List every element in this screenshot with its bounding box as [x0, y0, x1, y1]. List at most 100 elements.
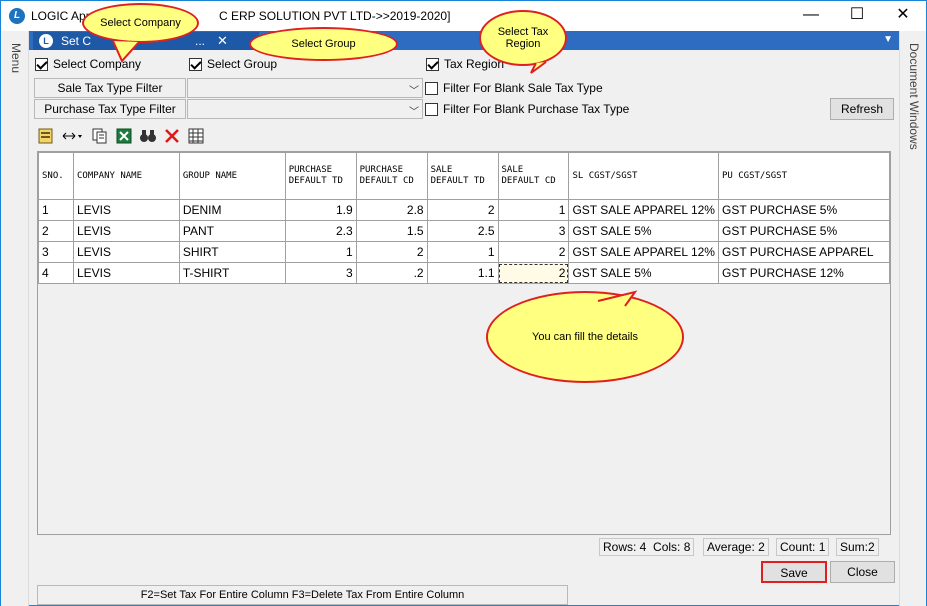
status-average: Average: 2 — [703, 538, 769, 556]
purchase-tax-filter-label: Purchase Tax Type Filter — [34, 99, 186, 119]
purchase-td-cell[interactable]: 2.3 — [284, 220, 357, 242]
sno-cell[interactable]: 2 — [38, 220, 74, 242]
company-cell[interactable]: LEVIS — [72, 241, 180, 263]
copy-icon[interactable] — [91, 127, 109, 145]
tab-logo-icon: L — [39, 34, 53, 48]
column-header[interactable]: PURCHASE DEFAULT TD — [284, 152, 357, 200]
table-row[interactable]: 1 LEVIS DENIM 1.9 2.8 2 1 GST SALE APPAR… — [38, 199, 891, 221]
purchase-cd-cell[interactable]: 2 — [355, 241, 428, 263]
sale-cd-cell[interactable]: 2 — [497, 241, 570, 263]
window-title-company: C ERP SOLUTION PVT LTD->>2019-2020] — [219, 9, 451, 23]
menu-sidebar[interactable]: Menu — [1, 31, 29, 606]
grid-toolbar — [37, 125, 205, 147]
sl-cgst-cell[interactable]: GST SALE 5% — [568, 220, 719, 242]
company-cell[interactable]: LEVIS — [72, 199, 180, 221]
column-header[interactable]: SNO. — [38, 152, 74, 200]
sno-cell[interactable]: 3 — [38, 241, 74, 263]
excel-icon[interactable] — [115, 127, 133, 145]
shortcut-hint-bar: F2=Set Tax For Entire Column F3=Delete T… — [37, 585, 568, 605]
group-cell[interactable]: T-SHIRT — [178, 262, 286, 284]
sale-td-cell[interactable]: 1.1 — [426, 262, 499, 284]
save-button[interactable]: Save — [761, 561, 827, 583]
table-row[interactable]: 4 LEVIS T-SHIRT 3 .2 1.1 2 GST SALE 5% G… — [38, 262, 891, 284]
checkbox-icon[interactable] — [189, 57, 202, 71]
checkbox-icon[interactable] — [426, 57, 439, 71]
pu-cgst-cell[interactable]: GST PURCHASE APPAREL — [717, 241, 891, 263]
export-icon[interactable] — [37, 127, 55, 145]
select-group-label: Select Group — [207, 57, 278, 71]
checkbox-icon[interactable] — [425, 81, 438, 95]
table-row[interactable]: 3 LEVIS SHIRT 1 2 1 2 GST SALE APPAREL 1… — [38, 241, 891, 263]
checkbox-icon[interactable] — [425, 102, 438, 116]
purchase-td-cell[interactable]: 1 — [284, 241, 357, 263]
sale-td-cell[interactable]: 2 — [426, 199, 499, 221]
menu-label[interactable]: Menu — [9, 43, 23, 73]
column-header[interactable]: SL CGST/SGST — [568, 152, 719, 200]
close-window-button[interactable]: ✕ — [880, 1, 926, 31]
status-rows-cols: Rows: 4 Cols: 8 — [599, 538, 695, 556]
sale-cd-cell-active[interactable]: 2 — [497, 262, 570, 284]
column-header[interactable]: PURCHASE DEFAULT CD — [355, 152, 428, 200]
pu-cgst-cell[interactable]: GST PURCHASE 5% — [717, 199, 891, 221]
pu-cgst-cell[interactable]: GST PURCHASE 12% — [717, 262, 891, 284]
maximize-button[interactable]: ☐ — [834, 1, 880, 31]
grid-icon[interactable] — [187, 127, 205, 145]
blank-sale-filter-check[interactable]: Filter For Blank Sale Tax Type — [425, 80, 603, 96]
company-cell[interactable]: LEVIS — [72, 262, 180, 284]
purchase-cd-cell[interactable]: 1.5 — [355, 220, 428, 242]
status-cols: Cols: 8 — [653, 540, 691, 554]
purchase-cd-cell[interactable]: .2 — [355, 262, 428, 284]
sl-cgst-cell[interactable]: GST SALE 5% — [568, 262, 719, 284]
checkbox-icon[interactable] — [35, 57, 48, 71]
pu-cgst-cell[interactable]: GST PURCHASE 5% — [717, 220, 891, 242]
column-header[interactable]: SALE DEFAULT CD — [497, 152, 570, 200]
tax-grid[interactable]: SNO. COMPANY NAME GROUP NAME PURCHASE DE… — [38, 152, 891, 284]
purchase-td-cell[interactable]: 1.9 — [284, 199, 357, 221]
find-binoculars-icon[interactable] — [139, 127, 157, 145]
callout-select-tax-region: Select Tax Region — [479, 10, 567, 66]
column-header[interactable]: PU CGST/SGST — [717, 152, 891, 200]
delete-icon[interactable] — [163, 127, 181, 145]
chevron-down-icon[interactable]: ﹀ — [409, 82, 419, 97]
sale-tax-filter-label: Sale Tax Type Filter — [34, 78, 186, 98]
tab-label-tail: ... — [195, 34, 206, 48]
company-cell[interactable]: LEVIS — [72, 220, 180, 242]
purchase-tax-filter-combo[interactable]: ﹀ — [187, 99, 423, 119]
sale-tax-filter-combo[interactable]: ﹀ — [187, 78, 423, 98]
document-windows-label[interactable]: Document Windows — [907, 43, 921, 150]
app-logo-icon: L — [9, 8, 25, 24]
sno-cell[interactable]: 4 — [38, 262, 74, 284]
tax-grid-container[interactable]: SNO. COMPANY NAME GROUP NAME PURCHASE DE… — [37, 151, 891, 535]
purchase-cd-cell[interactable]: 2.8 — [355, 199, 428, 221]
sl-cgst-cell[interactable]: GST SALE APPAREL 12% — [568, 199, 719, 221]
table-row[interactable]: 2 LEVIS PANT 2.3 1.5 2.5 3 GST SALE 5% G… — [38, 220, 891, 242]
close-button[interactable]: Close — [830, 561, 895, 583]
select-company-check[interactable]: Select Company — [35, 56, 141, 72]
column-header[interactable]: SALE DEFAULT TD — [426, 152, 499, 200]
blank-purchase-filter-check[interactable]: Filter For Blank Purchase Tax Type — [425, 101, 629, 117]
purchase-td-cell[interactable]: 3 — [284, 262, 357, 284]
select-group-check[interactable]: Select Group — [189, 56, 277, 72]
document-windows-sidebar[interactable]: Document Windows — [899, 31, 926, 606]
column-header[interactable]: COMPANY NAME — [72, 152, 180, 200]
sl-cgst-cell[interactable]: GST SALE APPAREL 12% — [568, 241, 719, 263]
tab-close-icon[interactable]: ✕ — [217, 33, 228, 49]
sale-td-cell[interactable]: 1 — [426, 241, 499, 263]
blank-purchase-filter-label: Filter For Blank Purchase Tax Type — [443, 102, 630, 116]
sale-cd-cell[interactable]: 3 — [497, 220, 570, 242]
group-cell[interactable]: PANT — [178, 220, 286, 242]
group-cell[interactable]: DENIM — [178, 199, 286, 221]
sale-td-cell[interactable]: 2.5 — [426, 220, 499, 242]
chevron-down-icon[interactable]: ﹀ — [409, 103, 419, 118]
column-header[interactable]: GROUP NAME — [178, 152, 286, 200]
sno-cell[interactable]: 1 — [38, 199, 74, 221]
sale-cd-cell[interactable]: 1 — [497, 199, 570, 221]
callout-fill-details: You can fill the details — [486, 291, 684, 383]
minimize-button[interactable]: — — [788, 1, 834, 31]
column-width-icon[interactable] — [61, 127, 85, 145]
status-sum: Sum:2 — [836, 538, 879, 556]
tab-label: Set C — [61, 34, 92, 48]
group-cell[interactable]: SHIRT — [178, 241, 286, 263]
refresh-button[interactable]: Refresh — [830, 98, 894, 120]
tab-dropdown-icon[interactable]: ▼ — [883, 34, 893, 45]
